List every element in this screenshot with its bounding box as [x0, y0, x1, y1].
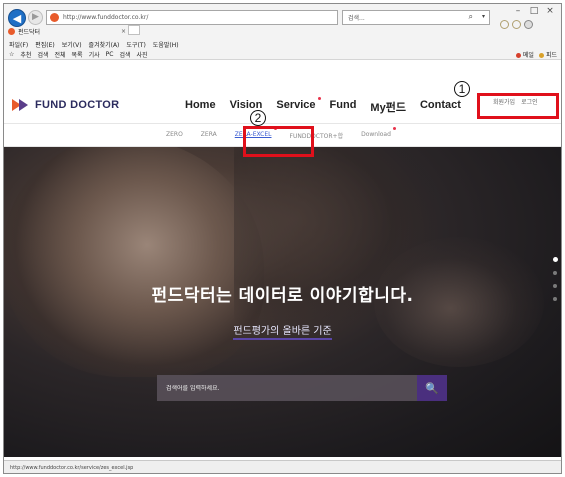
- website: FUND DOCTOR Home Vision Service Fund My펀…: [4, 61, 561, 473]
- favorite-item[interactable]: 전체: [54, 50, 65, 59]
- nav-home-label: Home: [185, 99, 216, 111]
- nav-my-fund[interactable]: My펀드: [363, 99, 413, 115]
- favorite-item[interactable]: 추천: [20, 50, 31, 59]
- menu-favorites[interactable]: 즐겨찾기(A): [89, 40, 120, 49]
- favorite-item[interactable]: PC: [106, 51, 114, 58]
- feed-icon: [538, 53, 544, 58]
- browser-titlebar: ◀ ▶ http://www.funddoctor.co.kr/ - C 검색.…: [4, 4, 561, 40]
- favorites-bar: ☆ 추천 검색 전체 목록 기사 PC 검색 사진 메일 피드: [4, 49, 561, 60]
- annotation-box-zera-excel: [243, 126, 314, 157]
- nav-my-fund-label: My펀드: [370, 102, 406, 114]
- tab-close-icon[interactable]: ×: [121, 28, 126, 35]
- browser-menubar: 파일(F) 편집(E) 보기(V) 즐겨찾기(A) 도구(T) 도움말(H): [4, 39, 561, 49]
- favorites-right: 메일 피드: [515, 50, 557, 59]
- back-arrow-icon[interactable]: ◀: [8, 9, 26, 27]
- nav-service[interactable]: Service: [269, 97, 322, 115]
- feed-link[interactable]: 피드: [538, 50, 557, 59]
- favorite-item[interactable]: 목록: [72, 50, 83, 59]
- close-window-button[interactable]: ×: [543, 6, 557, 16]
- fund-doctor-logo-icon: [12, 99, 30, 111]
- menu-file[interactable]: 파일(F): [9, 40, 28, 49]
- browser-window: ◀ ▶ http://www.funddoctor.co.kr/ - C 검색.…: [3, 3, 562, 474]
- nav-home[interactable]: Home: [178, 99, 223, 115]
- browser-toolbar-icons: [500, 20, 533, 29]
- browser-tab[interactable]: 펀드닥터 ×: [8, 26, 126, 37]
- favorite-item[interactable]: 검색: [37, 50, 48, 59]
- logo-text: FUND DOCTOR: [35, 99, 120, 111]
- subnav-zero[interactable]: ZERO: [166, 131, 183, 140]
- search-icon[interactable]: 🔍: [417, 375, 447, 401]
- site-logo[interactable]: FUND DOCTOR: [12, 99, 119, 111]
- nav-fund-label: Fund: [329, 99, 357, 111]
- nav-contact-label: Contact: [419, 99, 461, 111]
- address-bar[interactable]: http://www.funddoctor.co.kr/ - C: [46, 10, 347, 25]
- hero-title: 펀드닥터는 데이터로 이야기합니다.: [151, 286, 414, 306]
- carousel-dot[interactable]: [553, 297, 557, 301]
- subnav-download-label: Download: [361, 131, 391, 138]
- carousel-dot[interactable]: [553, 284, 557, 288]
- carousel-dot[interactable]: [552, 257, 558, 262]
- subnav-zera[interactable]: ZERA: [201, 131, 217, 140]
- browser-search-placeholder: 검색...: [348, 15, 365, 22]
- browser-search-box[interactable]: 검색... ⌕ ▾: [342, 10, 490, 25]
- search-icon[interactable]: ⌕: [469, 12, 473, 22]
- site-favicon-icon: [50, 13, 59, 22]
- star-icon[interactable]: [512, 20, 521, 29]
- menu-help[interactable]: 도움말(H): [153, 40, 179, 49]
- hero-search-bar: 🔍: [157, 375, 447, 401]
- new-indicator-icon: [317, 97, 321, 100]
- mail-link[interactable]: 메일: [515, 50, 534, 59]
- carousel-indicators: [552, 257, 558, 301]
- mail-icon: [515, 53, 521, 58]
- minimize-button[interactable]: –: [511, 6, 525, 16]
- favorite-item[interactable]: 기사: [89, 50, 100, 59]
- mail-label: 메일: [522, 52, 534, 59]
- menu-view[interactable]: 보기(V): [62, 40, 82, 49]
- hero-subtitle-text: 펀드평가의 올바른 기준: [233, 326, 332, 340]
- favorites-star-icon[interactable]: ☆: [9, 51, 14, 58]
- address-url: http://www.funddoctor.co.kr/: [63, 14, 149, 21]
- subnav-download[interactable]: Download: [361, 127, 396, 140]
- new-indicator-icon: [392, 127, 396, 130]
- hero-background-image: [4, 147, 264, 377]
- annotation-marker-1: 1: [454, 81, 470, 97]
- nav-contact[interactable]: Contact: [413, 99, 468, 115]
- forward-arrow-icon[interactable]: ▶: [28, 10, 43, 25]
- gear-icon[interactable]: [524, 20, 533, 29]
- favorite-item[interactable]: 검색: [119, 50, 130, 59]
- hero-subtitle[interactable]: 펀드평가의 올바른 기준: [4, 319, 561, 340]
- carousel-dot[interactable]: [553, 271, 557, 275]
- main-navigation: Home Vision Service Fund My펀드 Contact: [178, 97, 468, 115]
- menu-tools[interactable]: 도구(T): [126, 40, 145, 49]
- tab-favicon-icon: [8, 28, 15, 35]
- browser-status-bar: http://www.funddoctor.co.kr/service/zes_…: [4, 460, 561, 473]
- hero-banner: 펀드닥터는 데이터로 이야기합니다. 펀드평가의 올바른 기준 🔍: [4, 147, 561, 457]
- maximize-button[interactable]: □: [527, 6, 541, 16]
- feed-label: 피드: [545, 52, 557, 59]
- favorite-item[interactable]: 사진: [136, 50, 147, 59]
- annotation-box-auth: [477, 93, 559, 119]
- nav-fund[interactable]: Fund: [323, 99, 364, 115]
- chevron-down-icon[interactable]: ▾: [482, 13, 485, 20]
- new-tab-button[interactable]: [128, 25, 140, 35]
- tab-title: 펀드닥터: [18, 29, 41, 36]
- menu-edit[interactable]: 편집(E): [35, 40, 55, 49]
- home-icon[interactable]: [500, 20, 509, 29]
- hero-search-input[interactable]: [157, 384, 417, 392]
- annotation-marker-2: 2: [250, 110, 266, 126]
- nav-service-label: Service: [276, 99, 316, 111]
